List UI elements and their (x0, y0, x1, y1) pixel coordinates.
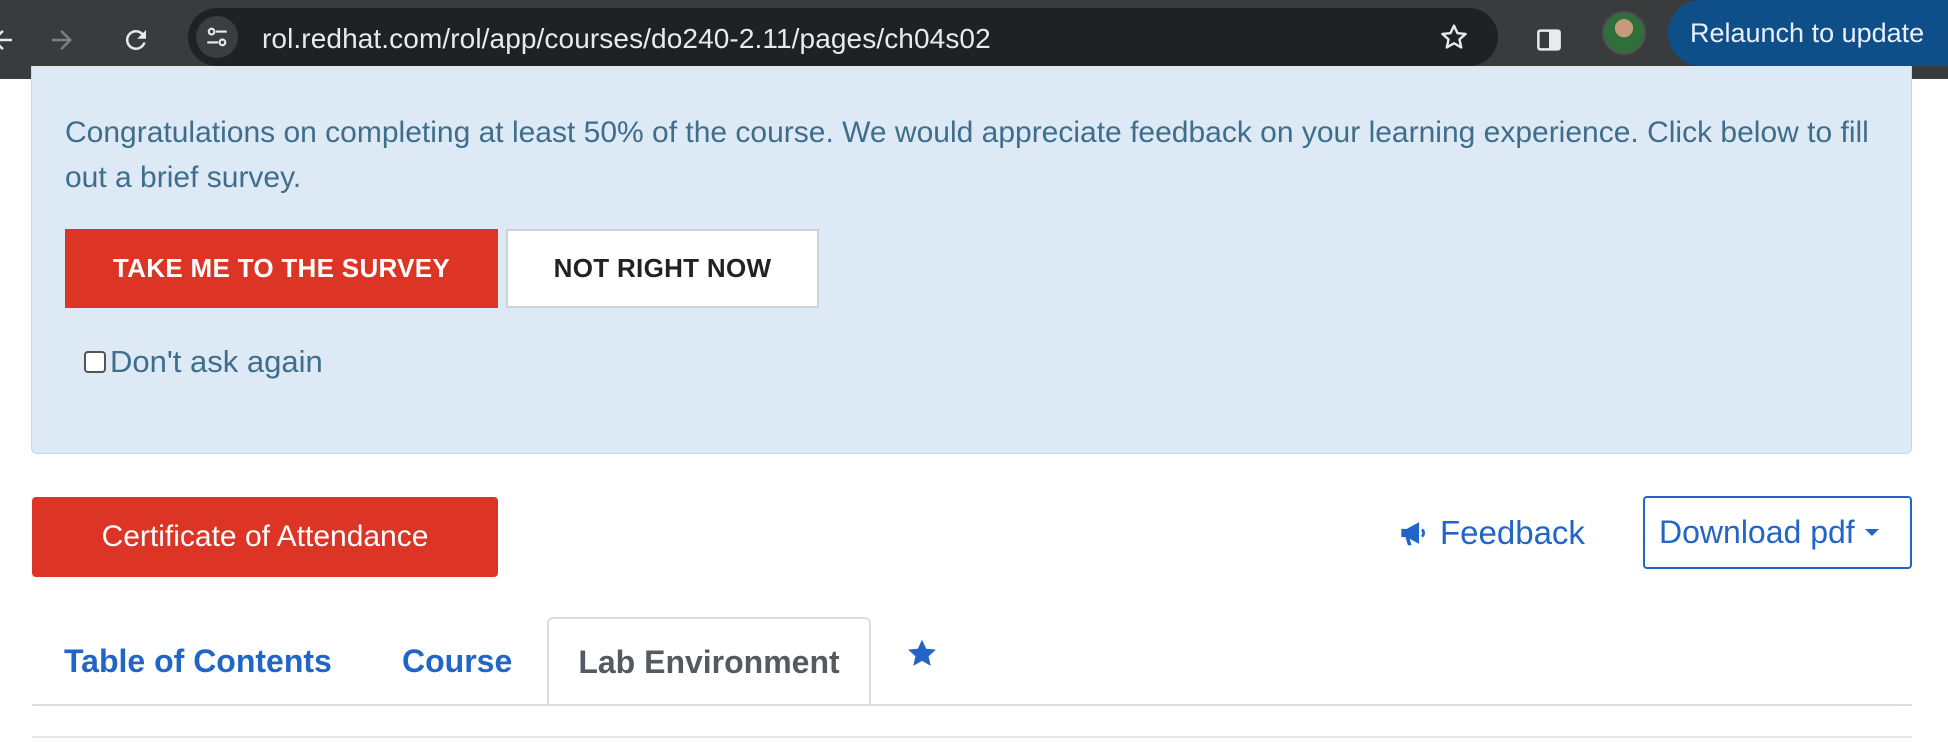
back-icon[interactable] (0, 16, 26, 64)
megaphone-icon (1401, 522, 1425, 546)
caret-down-icon (1864, 529, 1879, 536)
forward-icon[interactable] (38, 16, 86, 64)
certificate-button[interactable]: Certificate of Attendance (32, 497, 498, 577)
download-pdf-label[interactable]: Download pdf (1659, 514, 1855, 551)
site-info-icon[interactable] (196, 16, 238, 58)
take-survey-button[interactable]: TAKE ME TO THE SURVEY (65, 229, 498, 308)
reload-icon[interactable] (112, 16, 160, 64)
survey-message: Congratulations on completing at least 5… (65, 116, 1869, 194)
profile-avatar[interactable] (1602, 11, 1646, 55)
bookmark-star-icon[interactable] (1438, 21, 1470, 58)
not-right-now-button[interactable]: NOT RIGHT NOW (506, 229, 819, 308)
download-pdf-button[interactable]: Download pdf (1643, 496, 1912, 569)
tab-divider (32, 704, 1912, 706)
side-panel-icon[interactable] (1525, 16, 1573, 64)
content-top-border (32, 736, 1912, 742)
url-text[interactable]: rol.redhat.com/rol/app/courses/do240-2.1… (262, 23, 991, 55)
survey-panel: Congratulations on completing at least 5… (31, 66, 1912, 454)
feedback-link[interactable]: Feedback (1398, 514, 1585, 552)
relaunch-button[interactable]: Relaunch to update (1668, 0, 1948, 66)
favorite-star-icon[interactable] (904, 636, 940, 677)
tab-lab-environment[interactable]: Lab Environment (547, 617, 871, 705)
tab-course[interactable]: Course (402, 617, 512, 705)
feedback-label[interactable]: Feedback (1440, 514, 1585, 552)
dont-ask-again-option[interactable]: Don't ask again (84, 344, 323, 380)
dont-ask-again-checkbox[interactable] (84, 351, 106, 373)
address-bar[interactable]: rol.redhat.com/rol/app/courses/do240-2.1… (188, 8, 1498, 66)
tab-table-of-contents[interactable]: Table of Contents (64, 617, 332, 705)
dont-ask-again-label[interactable]: Don't ask again (110, 344, 323, 380)
